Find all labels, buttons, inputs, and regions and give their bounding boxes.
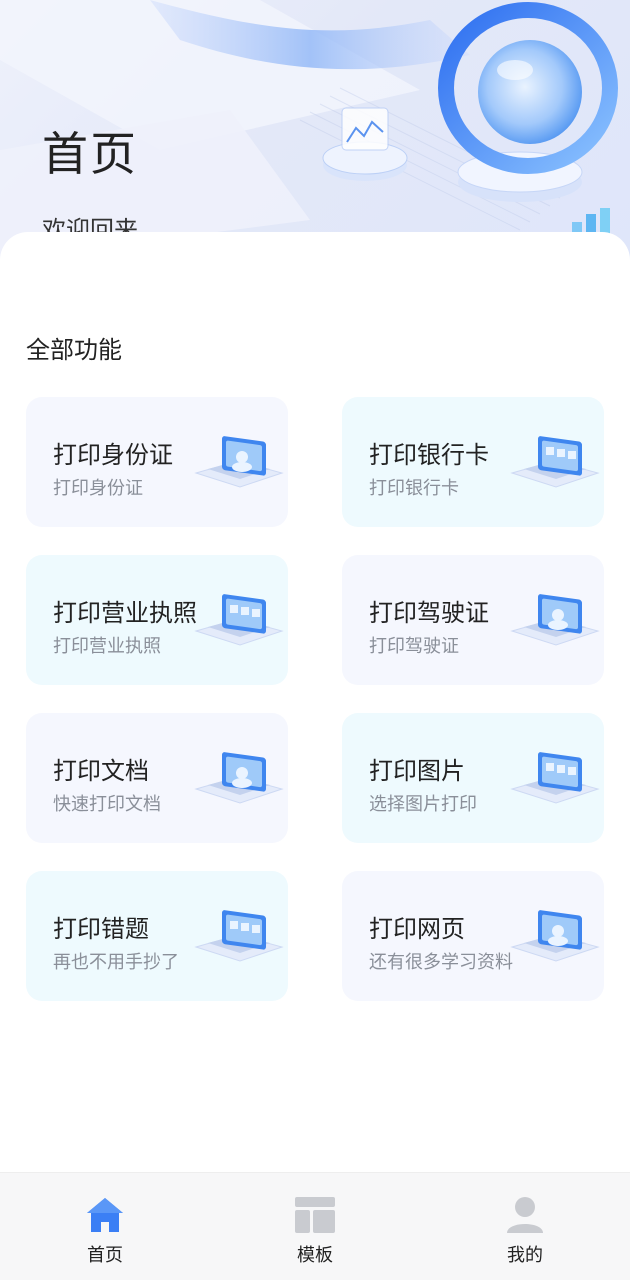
- tab-template[interactable]: 模板: [210, 1173, 420, 1280]
- picture-print-icon: [510, 752, 600, 804]
- tab-mine[interactable]: 我的: [420, 1173, 630, 1280]
- feature-card-subtitle: 快速打印文档: [53, 794, 161, 815]
- feature-card-title: 打印营业执照: [53, 599, 197, 627]
- template-icon: [295, 1197, 335, 1233]
- section-title: 全部功能: [26, 336, 122, 364]
- feature-card-subtitle: 再也不用手抄了: [53, 952, 179, 973]
- feature-card-picture[interactable]: 打印图片 选择图片打印: [342, 713, 604, 843]
- document-print-icon: [194, 752, 284, 804]
- page-title: 首页: [42, 127, 138, 181]
- bank-card-print-icon: [510, 436, 600, 488]
- tab-label: 模板: [297, 1245, 333, 1266]
- feature-card-title: 打印网页: [369, 915, 465, 943]
- feature-card-title: 打印图片: [369, 757, 465, 785]
- bottom-tab-bar: 首页 模板 我的: [0, 1172, 630, 1280]
- feature-card-driver-license[interactable]: 打印驾驶证 打印驾驶证: [342, 555, 604, 685]
- feature-card-title: 打印驾驶证: [369, 599, 489, 627]
- home-icon: [87, 1198, 123, 1232]
- feature-card-bank-card[interactable]: 打印银行卡 打印银行卡: [342, 397, 604, 527]
- tab-label: 首页: [87, 1245, 123, 1266]
- feature-card-subtitle: 打印驾驶证: [369, 636, 459, 657]
- business-license-print-icon: [194, 594, 284, 646]
- tab-home[interactable]: 首页: [0, 1173, 210, 1280]
- wrong-questions-print-icon: [194, 910, 284, 962]
- feature-card-title: 打印错题: [53, 915, 149, 943]
- feature-card-title: 打印文档: [53, 757, 149, 785]
- feature-card-subtitle: 打印银行卡: [369, 478, 459, 499]
- hero-banner: 首页 欢迎回来: [0, 0, 630, 260]
- feature-card-subtitle: 还有很多学习资料: [369, 952, 513, 973]
- feature-card-business-license[interactable]: 打印营业执照 打印营业执照: [26, 555, 288, 685]
- feature-card-subtitle: 打印营业执照: [53, 636, 161, 657]
- feature-card-wrong-questions[interactable]: 打印错题 再也不用手抄了: [26, 871, 288, 1001]
- feature-card-title: 打印银行卡: [369, 441, 489, 469]
- feature-card-id-card[interactable]: 打印身份证 打印身份证: [26, 397, 288, 527]
- id-card-print-icon: [194, 436, 284, 488]
- driver-license-print-icon: [510, 594, 600, 646]
- feature-card-subtitle: 选择图片打印: [369, 794, 477, 815]
- feature-card-document[interactable]: 打印文档 快速打印文档: [26, 713, 288, 843]
- tab-label: 我的: [507, 1245, 543, 1266]
- webpage-print-icon: [510, 910, 600, 962]
- feature-card-subtitle: 打印身份证: [53, 478, 143, 499]
- content-panel: 全部功能 打印身份证 打印身份证 打印银行卡 打印银行卡 打印营业执照 打印营业…: [0, 232, 630, 1172]
- feature-card-webpage[interactable]: 打印网页 还有很多学习资料: [342, 871, 604, 1001]
- feature-card-title: 打印身份证: [53, 441, 173, 469]
- user-icon: [507, 1197, 543, 1233]
